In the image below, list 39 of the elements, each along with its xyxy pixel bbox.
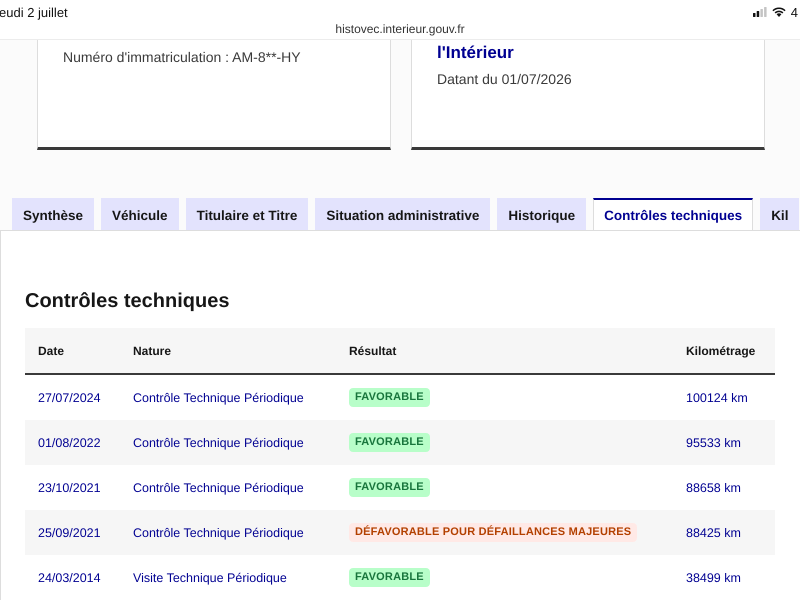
- date-cell: 23/10/2021: [38, 480, 101, 494]
- date-cell: 24/03/2014: [38, 570, 101, 584]
- card-text: Datant du 01/07/2026: [437, 70, 573, 88]
- battery-percentage: 4: [790, 4, 798, 20]
- signal-icon: [752, 7, 767, 17]
- mileage-cell: 95533 km: [686, 436, 741, 450]
- result-badge: DÉFAVORABLE POUR DÉFAILLANCES MAJEURES: [349, 523, 638, 542]
- card-text: Numéro d'immatriculation : AM-8**-HY: [63, 48, 302, 66]
- result-badge: FAVORABLE: [349, 568, 430, 587]
- nature-cell: Contrôle Technique Périodique: [133, 480, 304, 494]
- nature-cell: Contrôle Technique Périodique: [133, 390, 304, 404]
- column-header: Kilométrage: [686, 344, 756, 358]
- address-bar-url[interactable]: histovec.interieur.gouv.fr: [335, 22, 465, 36]
- tab[interactable]: Contrôles techniques: [593, 198, 754, 230]
- mileage-cell: 88658 km: [686, 480, 741, 494]
- result-badge: FAVORABLE: [349, 388, 430, 407]
- tab[interactable]: Synthèse: [12, 198, 94, 230]
- tab[interactable]: Véhicule: [101, 198, 179, 230]
- card-title: l'Intérieur: [437, 42, 515, 64]
- nature-cell: Contrôle Technique Périodique: [133, 436, 304, 450]
- mileage-cell: 38499 km: [686, 570, 741, 584]
- mileage-cell: 100124 km: [686, 390, 748, 404]
- date-cell: 25/09/2021: [38, 526, 101, 540]
- result-badge: FAVORABLE: [349, 433, 430, 452]
- column-header: Date: [38, 344, 64, 358]
- nature-cell: Visite Technique Périodique: [133, 570, 287, 584]
- date-cell: 01/08/2022: [38, 436, 101, 450]
- wifi-icon: [772, 7, 786, 17]
- result-badge: FAVORABLE: [349, 478, 430, 497]
- column-header: Résultat: [349, 344, 396, 358]
- tab[interactable]: Situation administrative: [315, 198, 490, 230]
- tab[interactable]: Kil: [760, 198, 800, 230]
- mileage-cell: 88425 km: [686, 526, 741, 540]
- tab[interactable]: Historique: [497, 198, 586, 230]
- tab[interactable]: Titulaire et Titre: [186, 198, 308, 230]
- date-cell: 27/07/2024: [38, 390, 101, 404]
- section-title: Contrôles techniques: [25, 289, 230, 313]
- nature-cell: Contrôle Technique Périodique: [133, 526, 304, 540]
- column-header: Nature: [133, 344, 172, 358]
